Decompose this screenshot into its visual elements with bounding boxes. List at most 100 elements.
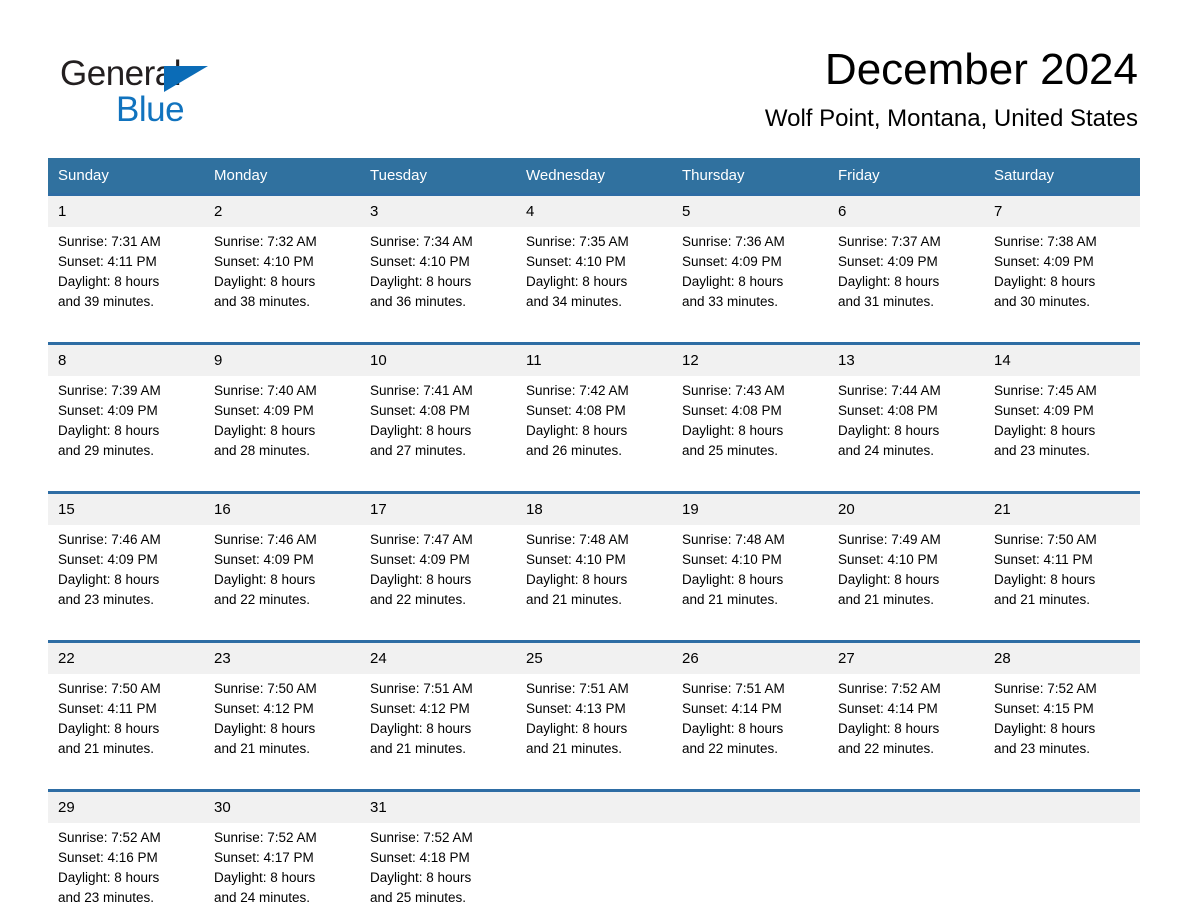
daylight-text-line2: and 39 minutes. bbox=[58, 292, 196, 312]
sunrise-text: Sunrise: 7:51 AM bbox=[526, 679, 664, 699]
sunset-text: Sunset: 4:17 PM bbox=[214, 848, 352, 868]
day-cell-number-empty bbox=[984, 791, 1140, 824]
day-cell-number[interactable]: 9 bbox=[204, 344, 360, 377]
sunset-text: Sunset: 4:09 PM bbox=[214, 550, 352, 570]
daylight-text-line1: Daylight: 8 hours bbox=[682, 570, 820, 590]
daylight-text-line2: and 34 minutes. bbox=[526, 292, 664, 312]
day-cell-number[interactable]: 8 bbox=[48, 344, 204, 377]
sunrise-text: Sunrise: 7:52 AM bbox=[370, 828, 508, 848]
weekday-header-row: Sunday Monday Tuesday Wednesday Thursday… bbox=[48, 158, 1140, 195]
sunrise-text: Sunrise: 7:52 AM bbox=[994, 679, 1132, 699]
day-cell-number[interactable]: 13 bbox=[828, 344, 984, 377]
week-separator bbox=[48, 775, 1140, 791]
day-cell-number[interactable]: 16 bbox=[204, 493, 360, 526]
sunrise-text: Sunrise: 7:52 AM bbox=[214, 828, 352, 848]
generalblue-logo[interactable]: General Blue bbox=[60, 54, 260, 134]
day-cell-number[interactable]: 15 bbox=[48, 493, 204, 526]
daylight-text-line2: and 21 minutes. bbox=[526, 590, 664, 610]
daylight-text-line1: Daylight: 8 hours bbox=[370, 272, 508, 292]
week-5-detail-row: Sunrise: 7:52 AM Sunset: 4:16 PM Dayligh… bbox=[48, 823, 1140, 924]
daylight-text-line1: Daylight: 8 hours bbox=[58, 570, 196, 590]
day-cell-details: Sunrise: 7:40 AM Sunset: 4:09 PM Dayligh… bbox=[204, 376, 360, 477]
day-cell-number[interactable]: 26 bbox=[672, 642, 828, 675]
day-cell-number[interactable]: 31 bbox=[360, 791, 516, 824]
day-cell-details: Sunrise: 7:51 AM Sunset: 4:12 PM Dayligh… bbox=[360, 674, 516, 775]
day-cell-details: Sunrise: 7:44 AM Sunset: 4:08 PM Dayligh… bbox=[828, 376, 984, 477]
daylight-text-line2: and 23 minutes. bbox=[58, 590, 196, 610]
day-cell-number[interactable]: 12 bbox=[672, 344, 828, 377]
sunset-text: Sunset: 4:16 PM bbox=[58, 848, 196, 868]
day-cell-details: Sunrise: 7:37 AM Sunset: 4:09 PM Dayligh… bbox=[828, 227, 984, 328]
sunset-text: Sunset: 4:15 PM bbox=[994, 699, 1132, 719]
day-cell-number[interactable]: 22 bbox=[48, 642, 204, 675]
day-cell-details: Sunrise: 7:36 AM Sunset: 4:09 PM Dayligh… bbox=[672, 227, 828, 328]
day-cell-number[interactable]: 21 bbox=[984, 493, 1140, 526]
sunset-text: Sunset: 4:09 PM bbox=[370, 550, 508, 570]
day-cell-number[interactable]: 14 bbox=[984, 344, 1140, 377]
sunrise-text: Sunrise: 7:39 AM bbox=[58, 381, 196, 401]
day-cell-number[interactable]: 6 bbox=[828, 195, 984, 228]
day-cell-number[interactable]: 29 bbox=[48, 791, 204, 824]
day-cell-details: Sunrise: 7:50 AM Sunset: 4:12 PM Dayligh… bbox=[204, 674, 360, 775]
day-cell-number[interactable]: 19 bbox=[672, 493, 828, 526]
sunrise-text: Sunrise: 7:51 AM bbox=[370, 679, 508, 699]
daylight-text-line2: and 25 minutes. bbox=[370, 888, 508, 908]
daylight-text-line1: Daylight: 8 hours bbox=[526, 570, 664, 590]
sunset-text: Sunset: 4:10 PM bbox=[526, 550, 664, 570]
day-cell-number[interactable]: 17 bbox=[360, 493, 516, 526]
daylight-text-line1: Daylight: 8 hours bbox=[370, 570, 508, 590]
day-cell-number[interactable]: 5 bbox=[672, 195, 828, 228]
day-cell-number[interactable]: 24 bbox=[360, 642, 516, 675]
day-cell-number[interactable]: 3 bbox=[360, 195, 516, 228]
sunset-text: Sunset: 4:12 PM bbox=[370, 699, 508, 719]
day-cell-details: Sunrise: 7:51 AM Sunset: 4:14 PM Dayligh… bbox=[672, 674, 828, 775]
day-cell-number[interactable]: 23 bbox=[204, 642, 360, 675]
week-4-daynum-row: 22 23 24 25 26 27 28 bbox=[48, 642, 1140, 675]
sunrise-text: Sunrise: 7:45 AM bbox=[994, 381, 1132, 401]
daylight-text-line2: and 24 minutes. bbox=[838, 441, 976, 461]
sunset-text: Sunset: 4:13 PM bbox=[526, 699, 664, 719]
day-cell-number[interactable]: 27 bbox=[828, 642, 984, 675]
sunset-text: Sunset: 4:09 PM bbox=[58, 401, 196, 421]
weekday-header-thursday: Thursday bbox=[672, 158, 828, 195]
sunrise-text: Sunrise: 7:43 AM bbox=[682, 381, 820, 401]
day-cell-details: Sunrise: 7:52 AM Sunset: 4:14 PM Dayligh… bbox=[828, 674, 984, 775]
day-cell-number[interactable]: 10 bbox=[360, 344, 516, 377]
day-cell-number[interactable]: 7 bbox=[984, 195, 1140, 228]
daylight-text-line1: Daylight: 8 hours bbox=[994, 421, 1132, 441]
daylight-text-line2: and 21 minutes. bbox=[370, 739, 508, 759]
week-separator bbox=[48, 477, 1140, 493]
day-cell-details: Sunrise: 7:46 AM Sunset: 4:09 PM Dayligh… bbox=[204, 525, 360, 626]
day-cell-number[interactable]: 25 bbox=[516, 642, 672, 675]
day-cell-number[interactable]: 1 bbox=[48, 195, 204, 228]
day-cell-number[interactable]: 4 bbox=[516, 195, 672, 228]
day-cell-number[interactable]: 11 bbox=[516, 344, 672, 377]
day-cell-details-empty bbox=[672, 823, 828, 924]
day-cell-number[interactable]: 20 bbox=[828, 493, 984, 526]
week-1-detail-row: Sunrise: 7:31 AM Sunset: 4:11 PM Dayligh… bbox=[48, 227, 1140, 328]
sunset-text: Sunset: 4:14 PM bbox=[682, 699, 820, 719]
calendar-body: 1 2 3 4 5 6 7 Sunrise: 7:31 AM Sunset: 4… bbox=[48, 195, 1140, 924]
sunrise-text: Sunrise: 7:35 AM bbox=[526, 232, 664, 252]
day-cell-number[interactable]: 28 bbox=[984, 642, 1140, 675]
sunset-text: Sunset: 4:14 PM bbox=[838, 699, 976, 719]
day-cell-details: Sunrise: 7:47 AM Sunset: 4:09 PM Dayligh… bbox=[360, 525, 516, 626]
week-3-detail-row: Sunrise: 7:46 AM Sunset: 4:09 PM Dayligh… bbox=[48, 525, 1140, 626]
week-1-daynum-row: 1 2 3 4 5 6 7 bbox=[48, 195, 1140, 228]
sunset-text: Sunset: 4:09 PM bbox=[838, 252, 976, 272]
sunset-text: Sunset: 4:08 PM bbox=[682, 401, 820, 421]
sunrise-sunset-calendar: Sunday Monday Tuesday Wednesday Thursday… bbox=[48, 158, 1140, 924]
day-cell-details: Sunrise: 7:52 AM Sunset: 4:17 PM Dayligh… bbox=[204, 823, 360, 924]
sunset-text: Sunset: 4:10 PM bbox=[526, 252, 664, 272]
sunrise-text: Sunrise: 7:50 AM bbox=[214, 679, 352, 699]
sunrise-text: Sunrise: 7:31 AM bbox=[58, 232, 196, 252]
day-cell-number[interactable]: 30 bbox=[204, 791, 360, 824]
day-cell-details: Sunrise: 7:52 AM Sunset: 4:18 PM Dayligh… bbox=[360, 823, 516, 924]
sunset-text: Sunset: 4:08 PM bbox=[370, 401, 508, 421]
day-cell-number[interactable]: 18 bbox=[516, 493, 672, 526]
daylight-text-line2: and 31 minutes. bbox=[838, 292, 976, 312]
sunrise-text: Sunrise: 7:50 AM bbox=[58, 679, 196, 699]
day-cell-number[interactable]: 2 bbox=[204, 195, 360, 228]
sunrise-text: Sunrise: 7:48 AM bbox=[682, 530, 820, 550]
daylight-text-line1: Daylight: 8 hours bbox=[994, 719, 1132, 739]
